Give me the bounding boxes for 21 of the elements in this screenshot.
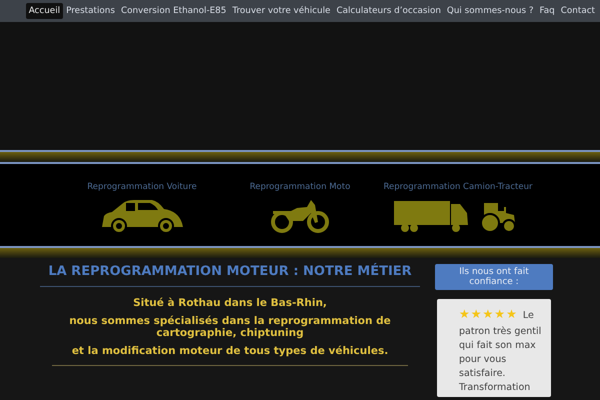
intro-text: et la modification moteur de tous types de véhicules.: [70, 345, 390, 357]
nav-link[interactable]: Contact: [558, 3, 598, 19]
nav-link[interactable]: Qui sommes-nous ?: [444, 3, 537, 19]
intro-text: nous sommes spécialisés dans la reprogrammation de cartographie, chiptuning: [68, 315, 392, 339]
testimonials-heading: Ils nous ont fait confiance :: [435, 264, 553, 290]
nav-link[interactable]: Calculateurs d’occasion: [333, 3, 444, 19]
review-text: patron très gentil qui fait son max pour vous satisfaire. Transformation: [459, 325, 542, 395]
service-link[interactable]: Reprogrammation Camion-Tracteur: [384, 182, 532, 192]
service-link[interactable]: Reprogrammation Moto: [250, 182, 350, 192]
nav-link[interactable]: Faq: [536, 3, 558, 19]
nav-link[interactable]: Conversion Ethanol-E85: [118, 3, 230, 19]
nav-link[interactable]: Accueil: [26, 3, 64, 19]
nav-link[interactable]: Prestations: [63, 3, 118, 19]
nav-link[interactable]: Trouver votre véhicule: [229, 3, 334, 19]
intro-text: Situé à Rothau dans le Bas-Rhin,: [132, 297, 328, 309]
motorcycle-icon[interactable]: [271, 199, 329, 233]
section-heading: LA REPROGRAMMATION MOTEUR : NOTRE MÉTIER: [47, 264, 413, 279]
review-text: Le: [522, 310, 534, 321]
star-rating: ★★★★★: [459, 307, 518, 321]
service-link[interactable]: Reprogrammation Voiture: [87, 182, 197, 192]
car-icon[interactable]: [100, 199, 184, 233]
